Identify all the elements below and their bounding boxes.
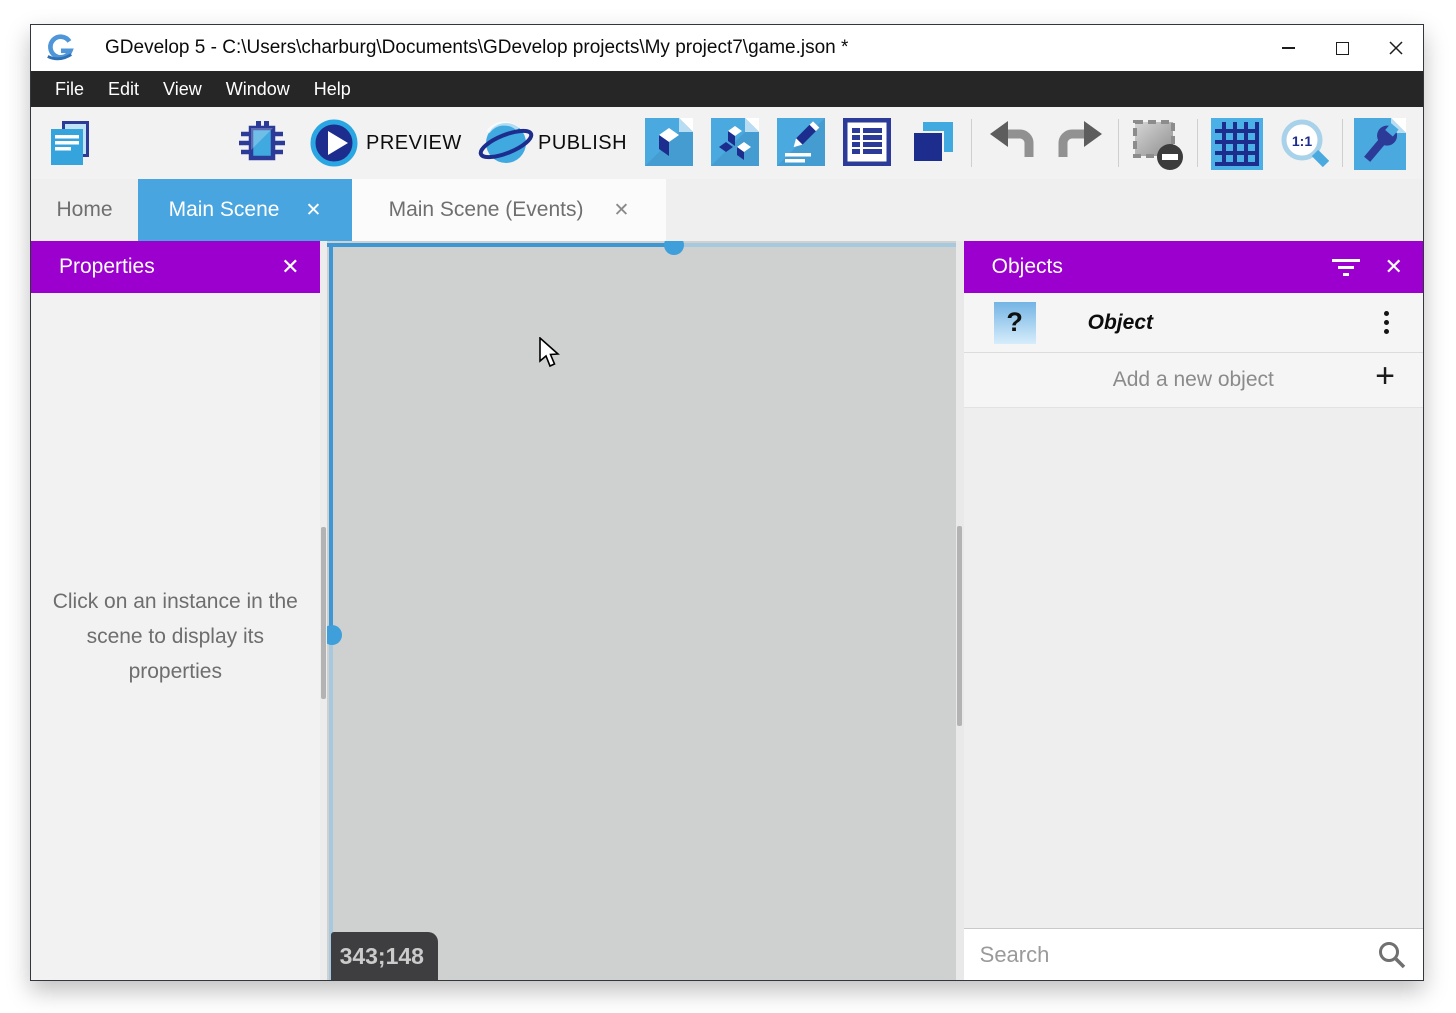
- menubar: File Edit View Window Help: [31, 71, 1423, 107]
- preview-button[interactable]: PREVIEW: [366, 107, 462, 179]
- scene-properties-icon[interactable]: [777, 118, 825, 166]
- add-object-label: Add a new object: [1113, 368, 1274, 392]
- window-title: GDevelop 5 - C:\Users\charburg\Documents…: [105, 37, 848, 59]
- undo-icon[interactable]: [988, 118, 1036, 166]
- resize-handle-left[interactable]: [327, 625, 342, 645]
- events-sheet-icon[interactable]: [843, 118, 891, 166]
- maximize-icon: [1336, 42, 1349, 55]
- object-list-item[interactable]: ? Object: [964, 293, 1423, 353]
- tab-label: Main Scene: [169, 198, 280, 222]
- objects-search-bar: [964, 928, 1423, 980]
- properties-body: Click on an instance in the scene to dis…: [31, 293, 320, 980]
- right-scrollbar-track: [956, 241, 964, 980]
- maximize-button[interactable]: [1315, 25, 1369, 71]
- scrollbar-thumb[interactable]: [957, 526, 962, 726]
- scene-window-border-left-light: [329, 635, 333, 980]
- publish-button[interactable]: PUBLISH: [538, 107, 627, 179]
- redo-icon[interactable]: [1056, 118, 1104, 166]
- mouse-cursor: [539, 337, 563, 369]
- edit-scene-icon[interactable]: [645, 118, 693, 166]
- object-name: Object: [1088, 311, 1153, 335]
- toolbar: PREVIEW PUBLISH: [31, 107, 1423, 179]
- add-object-row[interactable]: Add a new object +: [964, 353, 1423, 408]
- plus-icon[interactable]: +: [1375, 357, 1395, 396]
- search-input[interactable]: [964, 942, 1377, 968]
- tabbar: Home Main Scene ✕ Main Scene (Events) ✕: [31, 179, 1423, 241]
- properties-panel: Properties ✕ Click on an instance in the…: [31, 241, 320, 980]
- menu-edit[interactable]: Edit: [96, 71, 151, 107]
- zoom-ratio-label: 1:1: [1292, 133, 1312, 149]
- app-window: GDevelop 5 - C:\Users\charburg\Documents…: [30, 24, 1424, 981]
- close-icon: [1388, 40, 1404, 56]
- close-button[interactable]: [1369, 25, 1423, 71]
- tab-main-scene-events[interactable]: Main Scene (Events) ✕: [352, 179, 666, 241]
- toolbar-separator: [971, 119, 972, 167]
- toolbar-separator: [1118, 119, 1119, 167]
- zoom-1-1-icon[interactable]: 1:1: [1276, 116, 1334, 174]
- layers-icon[interactable]: [909, 118, 957, 166]
- scene-window-border-left: [329, 243, 333, 635]
- close-panel-icon[interactable]: ✕: [281, 254, 299, 280]
- scene-window-border-top: [327, 243, 674, 247]
- close-panel-icon[interactable]: ✕: [1385, 254, 1403, 280]
- content-area: Properties ✕ Click on an instance in the…: [31, 241, 1423, 980]
- object-menu-kebab-icon[interactable]: [1378, 305, 1395, 340]
- scene-window-border-top-light: [674, 243, 956, 247]
- external-layout-icon[interactable]: [711, 118, 759, 166]
- preview-play-icon[interactable]: [310, 119, 358, 167]
- objects-empty-space: [964, 408, 1423, 928]
- search-icon[interactable]: [1377, 940, 1407, 970]
- filter-icon[interactable]: [1331, 257, 1361, 277]
- window-controls: [1261, 25, 1423, 71]
- tab-label: Home: [56, 198, 112, 222]
- publish-globe-icon[interactable]: [478, 116, 534, 172]
- minimize-button[interactable]: [1261, 25, 1315, 71]
- tab-close-icon[interactable]: ✕: [305, 199, 321, 222]
- left-scrollbar-track: [320, 241, 327, 980]
- project-manager-icon[interactable]: [45, 118, 95, 168]
- gdevelop-logo: [45, 33, 75, 63]
- objects-title: Objects: [992, 255, 1063, 279]
- tab-home[interactable]: Home: [31, 179, 138, 241]
- scene-canvas[interactable]: 343;148: [327, 241, 956, 980]
- toolbar-separator: [1197, 119, 1198, 167]
- scrollbar-thumb[interactable]: [321, 527, 326, 699]
- menu-window[interactable]: Window: [214, 71, 302, 107]
- objects-header: Objects ✕: [964, 241, 1423, 293]
- menu-view[interactable]: View: [151, 71, 214, 107]
- tab-main-scene[interactable]: Main Scene ✕: [138, 179, 352, 241]
- cursor-coordinates-badge: 343;148: [331, 932, 438, 980]
- minimize-icon: [1282, 47, 1295, 49]
- grid-icon[interactable]: [1211, 118, 1263, 170]
- objects-panel: Objects ✕ ? Object Add a new object +: [964, 241, 1423, 980]
- toolbar-separator: [1342, 119, 1343, 167]
- menu-help[interactable]: Help: [302, 71, 363, 107]
- menu-file[interactable]: File: [43, 71, 96, 107]
- tab-label: Main Scene (Events): [389, 198, 584, 222]
- properties-empty-message: Click on an instance in the scene to dis…: [39, 584, 311, 689]
- properties-header: Properties ✕: [31, 241, 320, 293]
- debug-icon[interactable]: [237, 118, 287, 168]
- resize-handle-top[interactable]: [664, 241, 684, 255]
- titlebar: GDevelop 5 - C:\Users\charburg\Documents…: [31, 25, 1423, 71]
- clear-selection-mask-icon[interactable]: [1131, 118, 1185, 172]
- properties-title: Properties: [59, 255, 155, 279]
- advanced-tools-wrench-icon[interactable]: [1354, 118, 1406, 170]
- tab-close-icon[interactable]: ✕: [614, 199, 630, 222]
- object-unknown-icon: ?: [994, 302, 1036, 344]
